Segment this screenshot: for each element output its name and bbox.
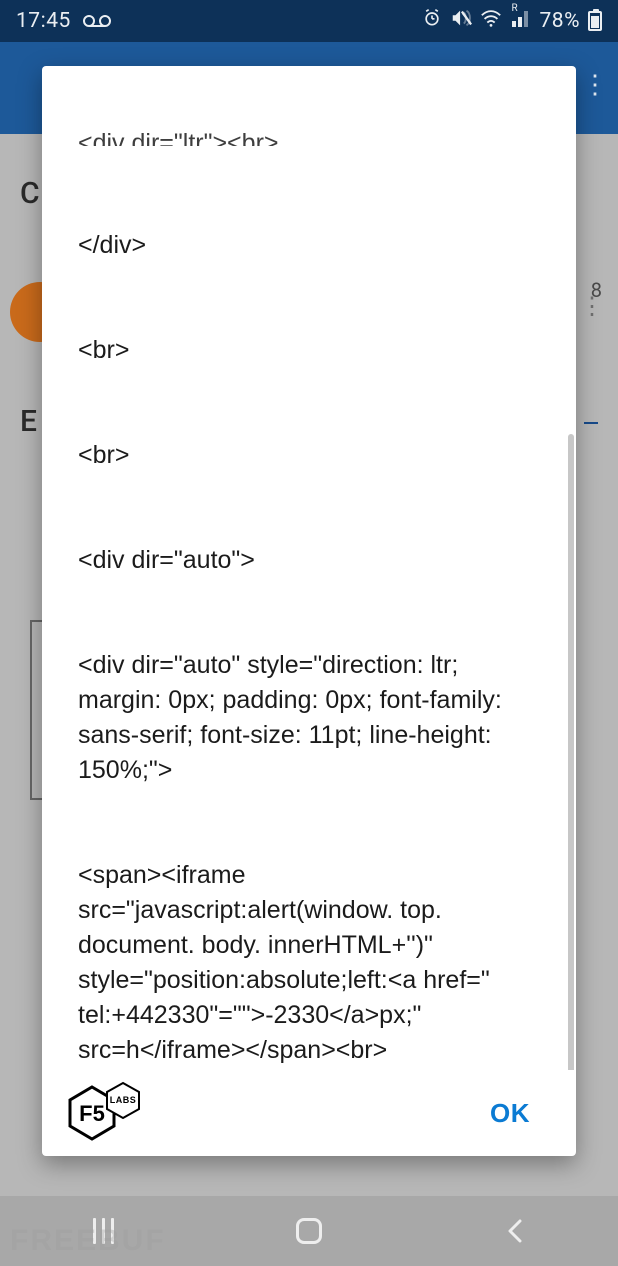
- ok-button[interactable]: OK: [478, 1090, 542, 1137]
- bg-underline: [584, 422, 598, 424]
- dialog-message: <div dir="ltr"><br> </div> <br> <br> <di…: [42, 66, 576, 1070]
- dialog-line: <br>: [78, 438, 540, 473]
- dialog-line: <span><iframe src="javascript:alert(wind…: [78, 858, 540, 1068]
- status-bar: 17:45 R 78%: [0, 0, 618, 42]
- dialog-line: </div>: [78, 228, 540, 263]
- overflow-menu-icon[interactable]: ⋮: [582, 70, 608, 100]
- dialog-scroll-area[interactable]: <div dir="ltr"><br> </div> <br> <br> <di…: [42, 66, 576, 1070]
- battery-icon: [588, 11, 602, 31]
- alarm-icon: [422, 8, 442, 34]
- voicemail-icon: [83, 14, 111, 28]
- back-button[interactable]: [455, 1206, 575, 1256]
- dialog-line-partial: <div dir="ltr"><br>: [78, 126, 540, 146]
- watermark: FREEBUF: [10, 1224, 166, 1258]
- bg-letter-e: E: [20, 404, 37, 439]
- signal-icon: R: [510, 9, 532, 33]
- dialog-line: <div dir="auto" style="direction: ltr; m…: [78, 648, 540, 788]
- vibrate-mute-icon: [450, 8, 472, 34]
- home-button[interactable]: [249, 1206, 369, 1256]
- alert-dialog: <div dir="ltr"><br> </div> <br> <br> <di…: [42, 66, 576, 1156]
- f5-labs-logo: F5 LABS: [60, 1081, 156, 1145]
- dialog-line: <div dir="auto">: [78, 543, 540, 578]
- dialog-line: <br>: [78, 333, 540, 368]
- scrollbar-thumb[interactable]: [568, 434, 574, 1070]
- status-time: 17:45: [16, 9, 71, 33]
- bg-letter-c: C: [20, 176, 40, 211]
- dialog-footer: F5 LABS OK: [42, 1070, 576, 1156]
- wifi-icon: [480, 9, 502, 33]
- battery-percentage: 78%: [540, 9, 581, 33]
- svg-text:LABS: LABS: [110, 1095, 137, 1105]
- svg-text:F5: F5: [79, 1101, 105, 1126]
- item-overflow-icon[interactable]: ⋮: [580, 302, 604, 310]
